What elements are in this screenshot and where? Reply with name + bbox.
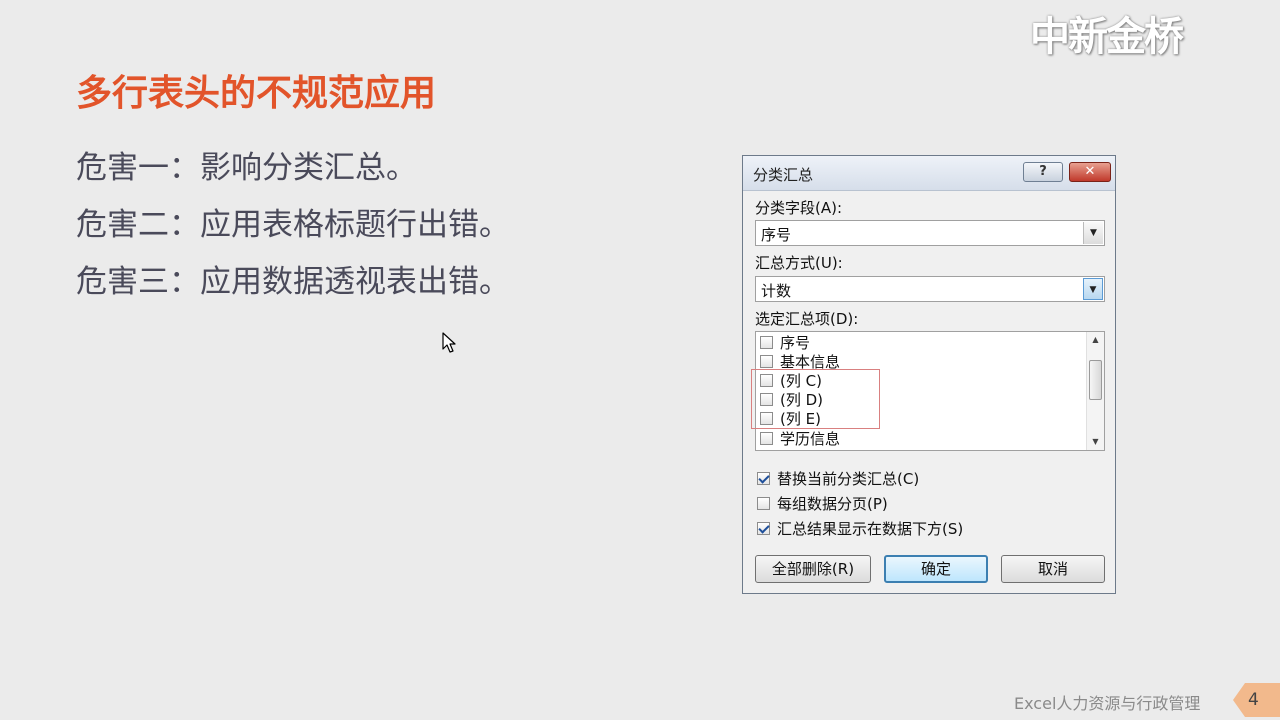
dialog-title: 分类汇总 (753, 166, 814, 184)
slide-title: 多行表头的不规范应用 (76, 73, 437, 114)
footer-title: Excel人力资源与行政管理 (1014, 694, 1201, 713)
function-label: 汇总方式(U): (755, 254, 843, 272)
list-scrollbar[interactable]: ▲ ▼ (1086, 332, 1104, 450)
scroll-up-icon[interactable]: ▲ (1087, 332, 1104, 348)
replace-current-option[interactable]: 替换当前分类汇总(C) (757, 468, 919, 489)
checkbox[interactable] (757, 472, 770, 485)
chevron-down-icon[interactable]: ▼ (1083, 278, 1103, 300)
checkbox[interactable] (757, 522, 770, 535)
group-field-select[interactable]: 序号 ▼ (755, 220, 1105, 246)
bullet-item: 危害一：影响分类汇总。 (76, 150, 417, 186)
close-button[interactable]: ✕ (1069, 162, 1111, 182)
add-to-label: 选定汇总项(D): (755, 310, 859, 328)
mouse-pointer-icon (442, 332, 456, 353)
ok-button[interactable]: 确定 (884, 555, 988, 583)
checkbox[interactable] (757, 497, 770, 510)
function-select[interactable]: 计数 ▼ (755, 276, 1105, 302)
brand-watermark: 中新金桥 (1030, 14, 1184, 60)
summary-below-option[interactable]: 汇总结果显示在数据下方(S) (757, 518, 963, 539)
cancel-button[interactable]: 取消 (1001, 555, 1105, 583)
list-item-label: 序号 (780, 334, 811, 352)
chevron-down-icon[interactable]: ▼ (1083, 222, 1103, 244)
checkbox[interactable] (760, 336, 773, 349)
checkbox[interactable] (760, 432, 773, 445)
group-field-value: 序号 (761, 226, 792, 244)
list-item[interactable]: 学历信息 (760, 428, 841, 448)
bullet-item: 危害三：应用数据透视表出错。 (76, 264, 510, 300)
highlight-box (751, 369, 880, 429)
option-label: 每组数据分页(P) (777, 495, 888, 513)
page-number: 4 (1248, 690, 1259, 710)
bullet-item: 危害二：应用表格标题行出错。 (76, 207, 510, 243)
subtotal-dialog: 分类汇总 ? ✕ 分类字段(A): 序号 ▼ 汇总方式(U): 计数 ▼ 选定汇… (742, 155, 1116, 594)
scroll-thumb[interactable] (1089, 360, 1102, 400)
checkbox[interactable] (760, 355, 773, 368)
option-label: 替换当前分类汇总(C) (777, 470, 920, 488)
scroll-down-icon[interactable]: ▼ (1087, 434, 1104, 450)
list-item[interactable]: 序号 (760, 332, 811, 352)
help-button[interactable]: ? (1023, 162, 1063, 182)
function-value: 计数 (761, 282, 792, 300)
bullet-list: 危害一：影响分类汇总。 危害二：应用表格标题行出错。 危害三：应用数据透视表出错… (76, 140, 510, 311)
remove-all-button[interactable]: 全部删除(R) (755, 555, 871, 583)
list-item-label: 学历信息 (780, 430, 841, 448)
dialog-titlebar[interactable]: 分类汇总 ? ✕ (743, 156, 1115, 191)
option-label: 汇总结果显示在数据下方(S) (777, 520, 964, 538)
group-field-label: 分类字段(A): (755, 199, 843, 217)
list-item[interactable]: 基本信息 (760, 351, 840, 371)
page-break-option[interactable]: 每组数据分页(P) (757, 493, 888, 514)
